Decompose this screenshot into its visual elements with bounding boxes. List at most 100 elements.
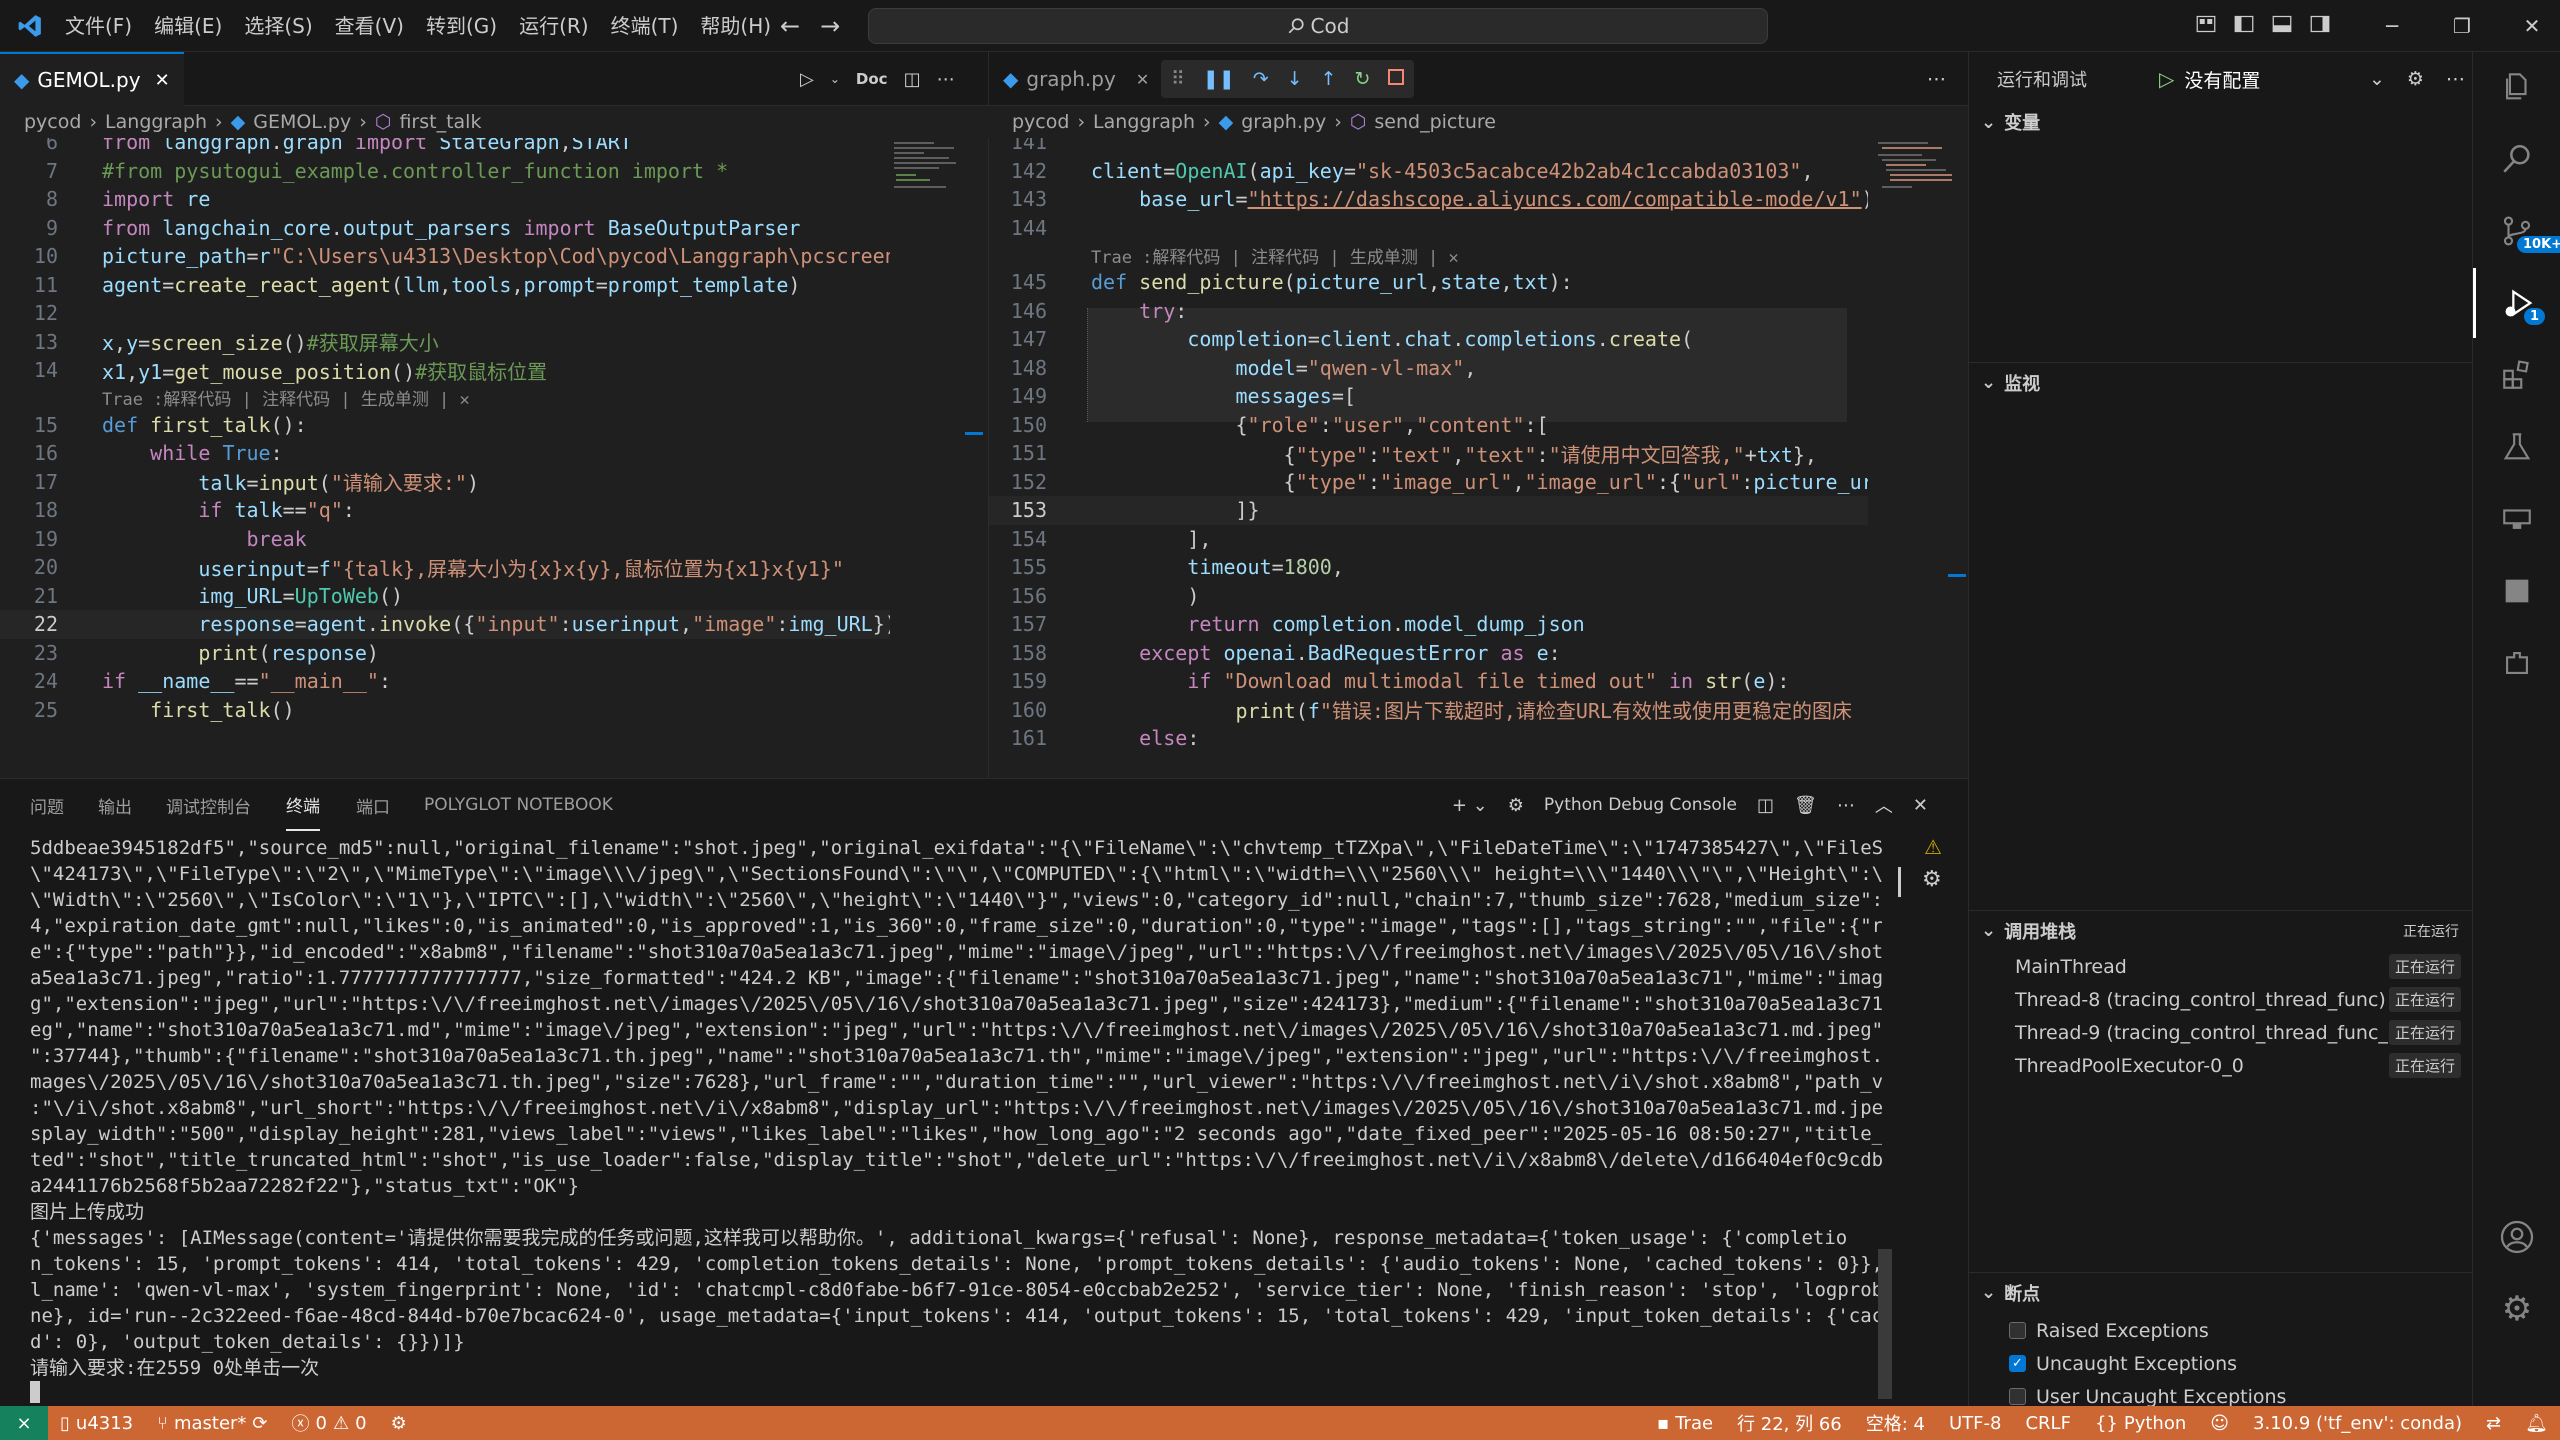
debug-terminal-icon[interactable]: ⚙ xyxy=(1922,867,1942,892)
code-line[interactable]: 160 print(f"错误:图片下载超时,请检查URL有效性或使用更稳定的图床 xyxy=(989,696,1868,725)
source-control-icon[interactable]: 10K+ xyxy=(2473,196,2560,266)
checkbox[interactable] xyxy=(2009,1322,2026,1339)
panel-tab[interactable]: 问题 xyxy=(30,779,64,831)
split-terminal-icon[interactable]: ◫ xyxy=(1757,795,1774,816)
code-line[interactable]: 9 from langchain_core.output_parsers impo… xyxy=(0,214,890,243)
codelens-actions[interactable]: Trae :解释代码 | 注释代码 | 生成单测 | ✕ xyxy=(0,385,470,411)
breadcrumb-item[interactable]: send_picture xyxy=(1374,111,1496,133)
code-line[interactable]: 161 else: xyxy=(989,724,1868,753)
code-line[interactable]: 159 if "Download multimodal file timed o… xyxy=(989,667,1868,696)
doc-button[interactable]: Doc xyxy=(856,70,888,88)
code-line[interactable]: 15 def first_talk(): xyxy=(0,411,890,440)
panel-tab[interactable]: 调试控制台 xyxy=(166,779,251,831)
right-code-editor[interactable]: 141 142 client=OpenAI(api_key="sk-4503c5ac… xyxy=(988,138,1868,778)
code-line[interactable]: 18 if talk=="q": xyxy=(0,496,890,525)
code-line[interactable]: 158 except openai.BadRequestError as e: xyxy=(989,639,1868,668)
code-line[interactable]: 150 {"role":"user","content":[ xyxy=(989,411,1868,440)
panel-view-icon[interactable] xyxy=(2473,556,2560,626)
notifications-bell-icon[interactable]: 🔔︎ xyxy=(2513,1406,2560,1440)
menu-item[interactable]: 转到(G) xyxy=(415,0,508,52)
panel-tab[interactable]: 终端 xyxy=(286,779,320,831)
customize-layout-icon[interactable] xyxy=(2196,14,2216,39)
breadcrumb-item[interactable]: Langgraph xyxy=(1093,111,1195,133)
code-line[interactable]: 154 ], xyxy=(989,525,1868,554)
account-status[interactable]: ▯ u4313 xyxy=(48,1406,145,1440)
encoding[interactable]: UTF-8 xyxy=(1937,1406,2013,1440)
section-breakpoints[interactable]: ⌄ 断点 xyxy=(1969,1272,2473,1312)
remote-explorer-icon[interactable] xyxy=(2473,484,2560,554)
testing-flask-icon[interactable] xyxy=(2473,412,2560,482)
code-line[interactable]: 17 talk=input("请输入要求:") xyxy=(0,468,890,497)
start-debugging-icon[interactable]: ▷ xyxy=(2159,67,2174,91)
code-line[interactable]: 148 model="qwen-vl-max", xyxy=(989,354,1868,383)
code-line[interactable]: 23 print(response) xyxy=(0,639,890,668)
code-line[interactable]: 14 x1,y1=get_mouse_position()#获取鼠标位置 xyxy=(0,356,890,385)
code-line[interactable]: 21 img_URL=UpToWeb() xyxy=(0,582,890,611)
problems-status[interactable]: ⓧ 0 ⚠ 0 xyxy=(280,1406,379,1440)
maximize-panel-icon[interactable]: ︿ xyxy=(1875,792,1893,818)
code-line[interactable]: 152 {"type":"image_url","image_url":{"ur… xyxy=(989,468,1868,497)
checkbox[interactable]: ✓ xyxy=(2009,1355,2026,1372)
more-actions-icon[interactable]: ⋯ xyxy=(1837,795,1855,816)
debug-status-icon[interactable]: ⚙ xyxy=(379,1406,419,1440)
code-line[interactable]: 11 agent=create_react_agent(llm,tools,pro… xyxy=(0,271,890,300)
tab-graph[interactable]: ◆ graph.py ✕ xyxy=(989,52,1163,106)
pause-icon[interactable]: ❚❚ xyxy=(1203,68,1235,90)
search-icon[interactable] xyxy=(2473,124,2560,194)
section-watch[interactable]: ⌄ 监视 xyxy=(1969,362,2473,402)
code-line[interactable]: 16 while True: xyxy=(0,439,890,468)
toggle-primary-sidebar-icon[interactable] xyxy=(2234,14,2254,39)
gear-icon[interactable]: ⚙ xyxy=(2407,68,2424,90)
toggle-panel-icon[interactable] xyxy=(2272,14,2292,39)
code-line[interactable]: 20 userinput=f"{talk},屏幕大小为{x}x{y},鼠标位置为… xyxy=(0,553,890,582)
panel-tab[interactable]: 端口 xyxy=(356,779,390,831)
tab-gemol[interactable]: ◆ GEMOL.py ✕ xyxy=(0,52,184,106)
run-dropdown-icon[interactable]: ⌄ xyxy=(830,72,840,86)
code-line[interactable]: 10 picture_path=r"C:\Users\u4313\Desktop\… xyxy=(0,242,890,271)
code-line[interactable]: 8 import re xyxy=(0,185,890,214)
code-line[interactable]: 12 xyxy=(0,299,890,328)
close-window-icon[interactable]: ✕ xyxy=(2508,0,2556,52)
code-line[interactable]: 145 def send_picture(picture_url,state,tx… xyxy=(989,268,1868,297)
indentation[interactable]: 空格: 4 xyxy=(1854,1406,1937,1440)
code-line[interactable]: 7 #from pysutogui_example.controller_func… xyxy=(0,157,890,186)
callstack-thread[interactable]: Thread-8 (tracing_control_thread_func) 正在… xyxy=(1969,983,2473,1016)
code-line[interactable]: 153 ]} xyxy=(989,496,1868,525)
sync-icon[interactable]: ⟳ xyxy=(252,1413,267,1434)
breadcrumb-item[interactable]: pycod xyxy=(1012,111,1069,133)
restart-icon[interactable]: ↻ xyxy=(1355,68,1371,90)
remote-indicator-icon[interactable]: ⨯ xyxy=(0,1406,48,1440)
section-variables[interactable]: ⌄ 变量 xyxy=(1969,102,2473,142)
command-center-search[interactable]: Cod xyxy=(868,8,1768,44)
code-line[interactable]: 149 messages=[ xyxy=(989,382,1868,411)
code-line[interactable]: 6 from langgraph.graph import StateGraph,… xyxy=(0,138,890,157)
copilot-icon[interactable]: ☺ xyxy=(2198,1406,2241,1440)
left-code-editor[interactable]: 6 from langgraph.graph import StateGraph,… xyxy=(0,138,890,778)
code-line[interactable]: 147 completion=client.chat.completions.c… xyxy=(989,325,1868,354)
step-over-icon[interactable]: ↷ xyxy=(1253,68,1269,90)
chevron-down-icon[interactable]: ⌄ xyxy=(2369,68,2385,90)
code-line[interactable]: 24 if __name__=="__main__": xyxy=(0,667,890,696)
code-line[interactable]: 13 x,y=screen_size()#获取屏幕大小 xyxy=(0,328,890,357)
new-terminal-icon[interactable]: + ⌄ xyxy=(1452,795,1488,816)
more-actions-icon[interactable]: ⋯ xyxy=(2446,68,2465,90)
more-actions-icon[interactable]: ⋯ xyxy=(1927,52,1946,106)
menu-item[interactable]: 查看(V) xyxy=(324,0,415,52)
back-arrow-icon[interactable]: ← xyxy=(780,12,800,40)
menu-item[interactable]: 运行(R) xyxy=(508,0,600,52)
interpreter[interactable]: 3.10.9 ('tf_env': conda) xyxy=(2241,1406,2474,1440)
stop-icon[interactable] xyxy=(1388,68,1405,90)
settings-gear-icon[interactable]: ⚙ xyxy=(2473,1274,2560,1344)
close-tab-icon[interactable]: ✕ xyxy=(155,70,170,91)
feedback-icon[interactable]: ⇄ xyxy=(2474,1406,2513,1440)
callstack-thread[interactable]: ThreadPoolExecutor-0_0 正在运行 xyxy=(1969,1049,2473,1082)
checkbox[interactable] xyxy=(2009,1388,2026,1405)
code-line[interactable]: 156 ) xyxy=(989,582,1868,611)
trash-icon[interactable]: 🗑 xyxy=(1794,795,1817,816)
step-into-icon[interactable]: ↓ xyxy=(1287,68,1303,90)
minimize-icon[interactable]: ─ xyxy=(2368,0,2416,52)
code-line[interactable]: 146 try: xyxy=(989,297,1868,326)
launch-config-dropdown[interactable]: ▷ 没有配置 xyxy=(2159,64,2260,94)
drag-handle-icon[interactable]: ⠿ xyxy=(1171,68,1185,90)
code-line[interactable]: 142 client=OpenAI(api_key="sk-4503c5acabc… xyxy=(989,157,1868,186)
